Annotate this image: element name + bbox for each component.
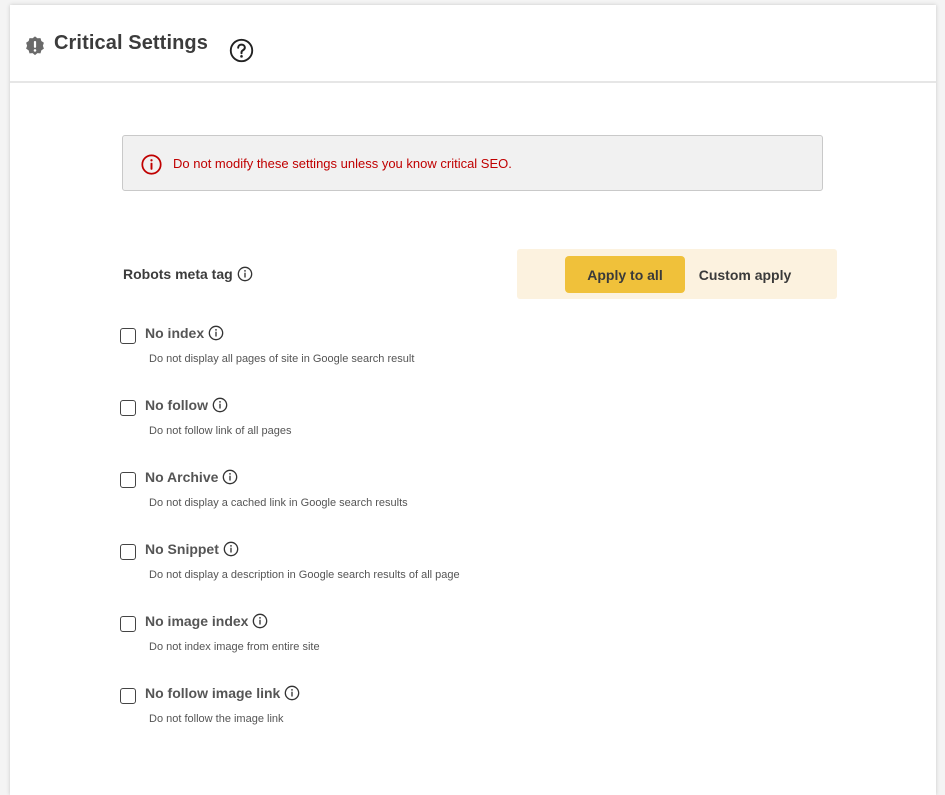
option-no-image-index: No image index Do not index image from e… — [120, 613, 820, 673]
option-title: No Archive — [145, 469, 219, 485]
option-no-archive: No Archive Do not display a cached link … — [120, 469, 820, 529]
option-title: No follow — [145, 397, 208, 413]
option-title-wrap: No follow image link — [145, 685, 300, 701]
option-title-wrap: No Snippet — [145, 541, 239, 557]
no-archive-checkbox[interactable] — [120, 472, 136, 488]
no-follow-checkbox[interactable] — [120, 400, 136, 416]
option-title: No Snippet — [145, 541, 219, 557]
info-icon[interactable] — [223, 541, 239, 557]
option-description: Do not follow the image link — [149, 713, 284, 725]
option-no-follow: No follow Do not follow link of all page… — [120, 397, 820, 457]
apply-to-all-button[interactable]: Apply to all — [565, 256, 685, 293]
option-title-wrap: No index — [145, 325, 224, 341]
warning-alert: Do not modify these settings unless you … — [122, 135, 823, 191]
no-index-checkbox[interactable] — [120, 328, 136, 344]
no-follow-image-link-checkbox[interactable] — [120, 688, 136, 704]
option-title: No follow image link — [145, 685, 281, 701]
warning-text: Do not modify these settings unless you … — [173, 156, 512, 171]
option-title-wrap: No Archive — [145, 469, 238, 485]
critical-settings-panel: Critical Settings Do not modify these se… — [10, 5, 936, 795]
panel-header: Critical Settings — [10, 5, 936, 83]
option-description: Do not display a description in Google s… — [149, 569, 460, 581]
option-description: Do not index image from entire site — [149, 641, 320, 653]
option-title-wrap: No follow — [145, 397, 228, 413]
option-description: Do not display all pages of site in Goog… — [149, 353, 415, 365]
apply-mode-toggle: Apply to all Custom apply — [517, 249, 837, 299]
info-icon[interactable] — [252, 613, 268, 629]
option-description: Do not follow link of all pages — [149, 425, 292, 437]
custom-apply-button[interactable]: Custom apply — [689, 256, 801, 293]
option-title-wrap: No image index — [145, 613, 268, 629]
info-icon[interactable] — [208, 325, 224, 341]
option-description: Do not display a cached link in Google s… — [149, 497, 408, 509]
info-icon[interactable] — [212, 397, 228, 413]
info-circle-icon — [141, 154, 162, 175]
info-icon[interactable] — [284, 685, 300, 701]
page-title: Critical Settings — [54, 32, 208, 54]
no-image-index-checkbox[interactable] — [120, 616, 136, 632]
option-title: No image index — [145, 613, 249, 629]
robots-meta-tag-label: Robots meta tag — [123, 266, 233, 282]
option-no-index: No index Do not display all pages of sit… — [120, 325, 820, 385]
robots-meta-tag-heading: Robots meta tag — [123, 266, 253, 282]
no-snippet-checkbox[interactable] — [120, 544, 136, 560]
info-icon[interactable] — [222, 469, 238, 485]
alert-badge-icon — [26, 36, 44, 56]
option-no-snippet: No Snippet Do not display a description … — [120, 541, 820, 601]
option-title: No index — [145, 325, 205, 341]
option-no-follow-image-link: No follow image link Do not follow the i… — [120, 685, 820, 745]
info-icon[interactable] — [237, 266, 253, 282]
question-circle-icon[interactable] — [229, 38, 254, 63]
